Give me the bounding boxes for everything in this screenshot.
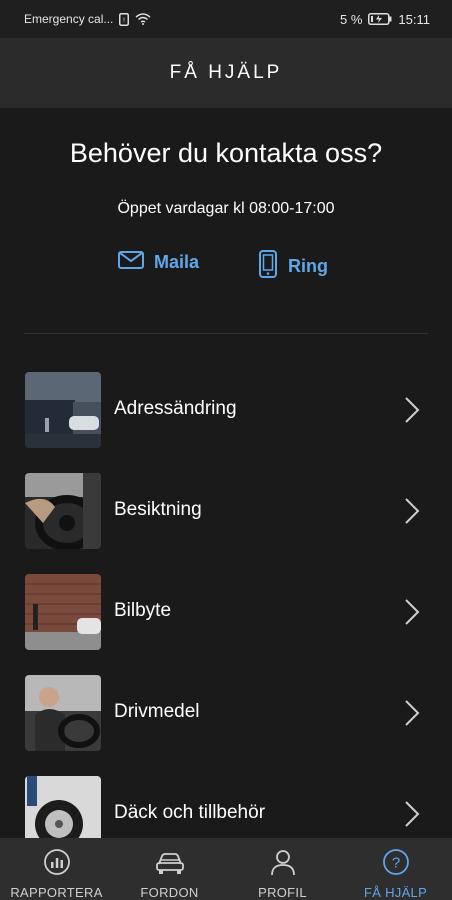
nav-label: FÅ HJÄLP [363, 885, 428, 900]
nav-fa-hjalp[interactable]: ? FÅ HJÄLP [339, 838, 452, 900]
list-item-adressandring[interactable]: Adressändring [0, 372, 452, 448]
nav-fordon[interactable]: FORDON [113, 838, 226, 900]
list-item-label: Adressändring [114, 398, 237, 419]
sim-icon: ! [119, 12, 130, 26]
bottom-navigation: RAPPORTERA FORDON PROFIL ? FÅ HJÄLP [0, 838, 452, 900]
svg-text:!: ! [123, 17, 125, 24]
carrier-text: Emergency cal... [24, 12, 114, 26]
list-item-bilbyte[interactable]: Bilbyte [0, 574, 452, 650]
opening-hours: Öppet vardagar kl 08:00-17:00 [117, 200, 335, 217]
nav-label: FORDON [140, 885, 199, 900]
page-title: FÅ HJÄLP [169, 62, 283, 83]
phone-icon [258, 250, 278, 283]
topic-thumbnail [25, 574, 101, 650]
chevron-right-icon [404, 800, 420, 833]
list-item-label: Bilbyte [114, 600, 172, 621]
help-topic-list: Adressändring Besiktning Bilbyte Drivmed… [0, 372, 452, 877]
report-icon [43, 848, 71, 879]
divider [24, 333, 428, 334]
chevron-right-icon [404, 699, 420, 732]
mail-icon [118, 250, 144, 275]
status-bar: Emergency cal... ! 5 % 15:11 [0, 0, 452, 38]
battery-percent: 5 % [340, 11, 363, 27]
nav-label: PROFIL [258, 885, 307, 900]
call-label: Ring [288, 256, 328, 276]
car-icon [155, 848, 185, 879]
topic-thumbnail [25, 675, 101, 751]
list-item-besiktning[interactable]: Besiktning [0, 473, 452, 549]
person-icon [269, 848, 297, 879]
chevron-right-icon [404, 598, 420, 631]
battery-icon [368, 13, 392, 25]
mail-label: Maila [154, 252, 200, 272]
list-item-label: Besiktning [114, 499, 202, 520]
topic-thumbnail [25, 473, 101, 549]
call-button[interactable]: Ring [258, 250, 328, 283]
nav-label: RAPPORTERA [10, 885, 103, 900]
list-item-label: Däck och tillbehör [114, 802, 266, 823]
mail-button[interactable]: Maila [118, 250, 199, 275]
app-header: FÅ HJÄLP [0, 38, 452, 108]
chevron-right-icon [404, 497, 420, 530]
chevron-right-icon [404, 396, 420, 429]
svg-text:?: ? [391, 855, 399, 872]
wifi-icon [135, 13, 151, 25]
list-item-drivmedel[interactable]: Drivmedel [0, 675, 452, 751]
help-icon: ? [382, 848, 410, 879]
nav-rapportera[interactable]: RAPPORTERA [0, 838, 113, 900]
list-item-label: Drivmedel [114, 701, 200, 722]
clock: 15:11 [398, 11, 430, 27]
topic-thumbnail [25, 372, 101, 448]
nav-profil[interactable]: PROFIL [226, 838, 339, 900]
contact-actions: Maila Ring [0, 250, 452, 282]
contact-heading: Behöver du kontakta oss? [69, 138, 383, 168]
